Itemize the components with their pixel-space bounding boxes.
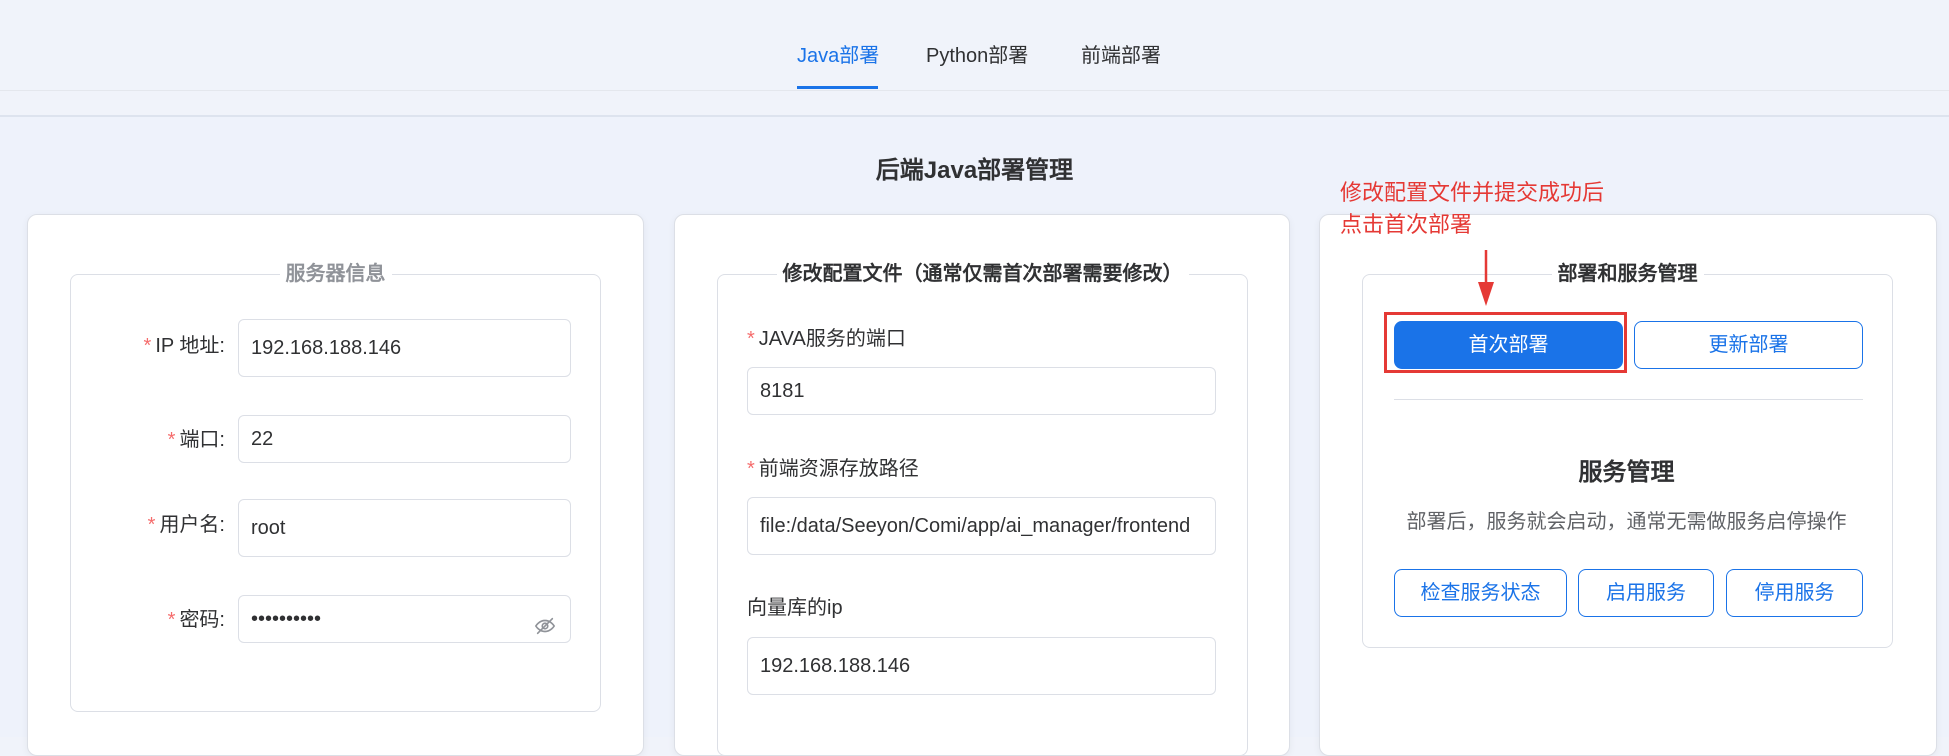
username-label: * 用户名:: [147, 514, 225, 536]
password-label: * 密码:: [167, 609, 225, 631]
page-title: 后端Java部署管理: [875, 157, 1074, 184]
password-value: ••••••••••: [251, 608, 322, 630]
update-deploy-button[interactable]: 更新部署: [1634, 321, 1863, 369]
deploy-legend: 部署和服务管理: [1551, 263, 1704, 285]
vector-ip-input[interactable]: 192.168.188.146: [747, 637, 1216, 695]
arrow-down-icon: [1478, 250, 1494, 306]
ip-input[interactable]: 192.168.188.146: [238, 319, 571, 377]
active-tab-indicator: [797, 86, 878, 89]
server-info-legend: 服务器信息: [279, 263, 392, 285]
eye-off-icon[interactable]: [534, 608, 556, 635]
ip-label: * IP 地址:: [143, 335, 225, 357]
stop-service-button[interactable]: 停用服务: [1726, 569, 1863, 617]
check-service-button[interactable]: 检查服务状态: [1394, 569, 1567, 617]
java-port-label: * JAVA服务的端口: [747, 328, 906, 350]
java-port-input[interactable]: 8181: [747, 367, 1216, 415]
server-info-card: 服务器信息 * IP 地址: 192.168.188.146 * 端口: 22 * 用…: [27, 214, 644, 756]
annotation-line-2: 点击首次部署: [1340, 212, 1473, 237]
vector-ip-label: 向量库的ip: [747, 597, 843, 619]
frontend-path-label: * 前端资源存放路径: [747, 458, 919, 480]
tab-java[interactable]: Java部署: [797, 42, 879, 70]
deploy-tabs: Java部署 Python部署 前端部署: [0, 0, 1949, 91]
frontend-path-input[interactable]: file:/data/Seeyon/Comi/app/ai_manager/fr…: [747, 497, 1216, 555]
username-input[interactable]: root: [238, 499, 571, 557]
highlight-box: [1384, 312, 1627, 373]
start-service-button[interactable]: 启用服务: [1578, 569, 1714, 617]
divider: [1394, 399, 1863, 400]
password-input[interactable]: ••••••••••: [238, 595, 571, 643]
service-title: 服务管理: [1578, 459, 1675, 486]
annotation-line-1: 修改配置文件并提交成功后: [1340, 180, 1605, 205]
config-legend: 修改配置文件（通常仅需首次部署需要修改）: [776, 263, 1189, 285]
config-card: 修改配置文件（通常仅需首次部署需要修改） * JAVA服务的端口 8181 * 前端…: [674, 214, 1290, 756]
port-label: * 端口:: [167, 429, 225, 451]
port-input[interactable]: 22: [238, 415, 571, 463]
deploy-card: 部署和服务管理 首次部署 更新部署 服务管理 部署后，服务就会启动，通常无需做服…: [1319, 214, 1937, 756]
tab-python[interactable]: Python部署: [926, 42, 1028, 70]
service-hint: 部署后，服务就会启动，通常无需做服务启停操作: [1406, 511, 1847, 533]
tab-frontend[interactable]: 前端部署: [1081, 42, 1161, 70]
